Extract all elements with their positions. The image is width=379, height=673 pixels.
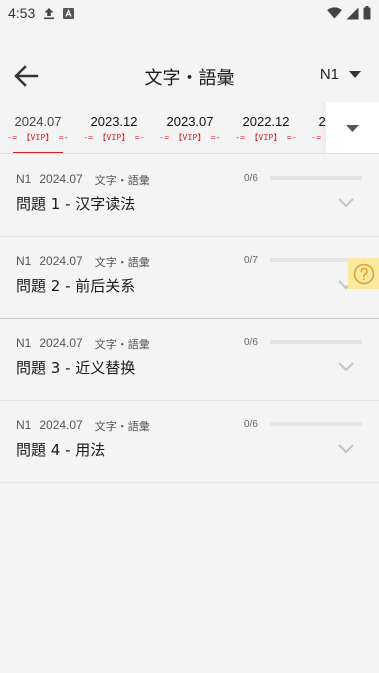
tab-2[interactable]: 2023.07 -= 【VIP】 =- — [152, 102, 228, 153]
question-level: N1 — [16, 336, 32, 350]
status-bar: 4:53 — [0, 0, 379, 26]
text-box-icon — [63, 7, 75, 19]
tab-label: 2023.07 — [166, 114, 214, 129]
question-title: 問題 3 - 近义替换 — [16, 359, 136, 377]
progress-text: 0/6 — [244, 173, 258, 184]
chevron-down-icon[interactable] — [336, 359, 356, 373]
question-category: 文字・語彙 — [94, 338, 150, 351]
question-category: 文字・語彙 — [94, 256, 150, 269]
question-date: 2024.07 — [39, 418, 83, 432]
status-left-icons — [43, 7, 75, 20]
level-select[interactable]: N1 — [320, 66, 361, 83]
progress-text: 0/6 — [244, 337, 258, 348]
help-button[interactable] — [348, 258, 379, 289]
wifi-icon — [327, 7, 342, 19]
chevron-down-icon[interactable] — [336, 441, 356, 455]
question-level: N1 — [16, 172, 32, 186]
question-title: 問題 1 - 汉字读法 — [16, 195, 136, 213]
question-date: 2024.07 — [39, 172, 83, 186]
question-title: 問題 4 - 用法 — [16, 441, 106, 459]
question-category: 文字・語彙 — [94, 420, 150, 433]
vip-badge: -= 【VIP】 =- — [235, 133, 297, 142]
tab-label: 2024.07 — [14, 114, 62, 129]
tab-label: 2022.12 — [242, 114, 290, 129]
tab-label: 2023.12 — [90, 114, 138, 129]
question-title: 問題 2 - 前后关系 — [16, 277, 136, 295]
question-item[interactable]: N1 2024.07 文字・語彙問題 1 - 汉字读法 0/6 — [0, 155, 379, 237]
question-item[interactable]: N1 2024.07 文字・語彙問題 2 - 前后关系 0/7 — [0, 237, 379, 319]
arrow-left-icon — [14, 65, 39, 87]
question-category: 文字・語彙 — [94, 174, 150, 187]
question-item[interactable]: N1 2024.07 文字・語彙問題 3 - 近义替换 0/6 — [0, 319, 379, 401]
cellular-signal-icon — [346, 7, 359, 19]
status-right-icons — [327, 6, 371, 20]
question-circle-icon — [353, 263, 374, 284]
question-meta: N1 2024.07 文字・語彙 — [16, 172, 150, 188]
question-meta: N1 2024.07 文字・語彙 — [16, 336, 150, 352]
progress-bar — [270, 340, 362, 344]
question-level: N1 — [16, 254, 32, 268]
question-list: N1 2024.07 文字・語彙 問題 1 - 汉字读法 0/6 N1 2024.07 文字・… — [0, 155, 379, 483]
vip-badge: -= 【VIP】 =- — [83, 133, 145, 142]
question-item[interactable]: N1 2024.07 文字・語彙問題 4 - 用法 0/6 — [0, 401, 379, 483]
tab-1[interactable]: 2023.12 -= 【VIP】 =- — [76, 102, 152, 153]
level-select-label: N1 — [319, 66, 339, 83]
status-time: 4:53 — [8, 5, 36, 21]
upload-icon — [44, 7, 55, 19]
chevron-down-icon[interactable] — [336, 195, 356, 209]
question-date: 2024.07 — [39, 254, 83, 268]
progress-text: 0/7 — [244, 255, 258, 266]
question-date: 2024.07 — [39, 336, 83, 350]
progress-text: 0/6 — [244, 419, 258, 430]
question-level: N1 — [16, 418, 32, 432]
back-button[interactable] — [12, 63, 40, 89]
exam-date-tabs: 2024.07 -= 【VIP】 =- 2023.12 -= 【VIP】 =- 2023… — [0, 102, 379, 154]
vip-badge: -= 【VIP】 =- — [7, 133, 69, 142]
progress-bar — [270, 176, 362, 180]
question-meta: N1 2024.07 文字・語彙 — [16, 418, 150, 434]
app-bar: 文字・語彙 N1 — [0, 50, 379, 102]
vip-badge: -= 【VIP】 =- — [159, 133, 221, 142]
tabs-expand-button[interactable] — [326, 102, 379, 153]
question-meta: N1 2024.07 文字・語彙 — [16, 254, 150, 270]
dropdown-triangle-icon — [346, 124, 359, 132]
dropdown-triangle-icon — [349, 71, 361, 78]
battery-icon — [363, 6, 371, 20]
tab-3[interactable]: 2022.12 -= 【VIP】 =- — [228, 102, 304, 153]
tab-0[interactable]: 2024.07 -= 【VIP】 =- — [0, 102, 76, 153]
progress-bar — [270, 422, 362, 426]
active-tab-indicator — [13, 152, 63, 153]
